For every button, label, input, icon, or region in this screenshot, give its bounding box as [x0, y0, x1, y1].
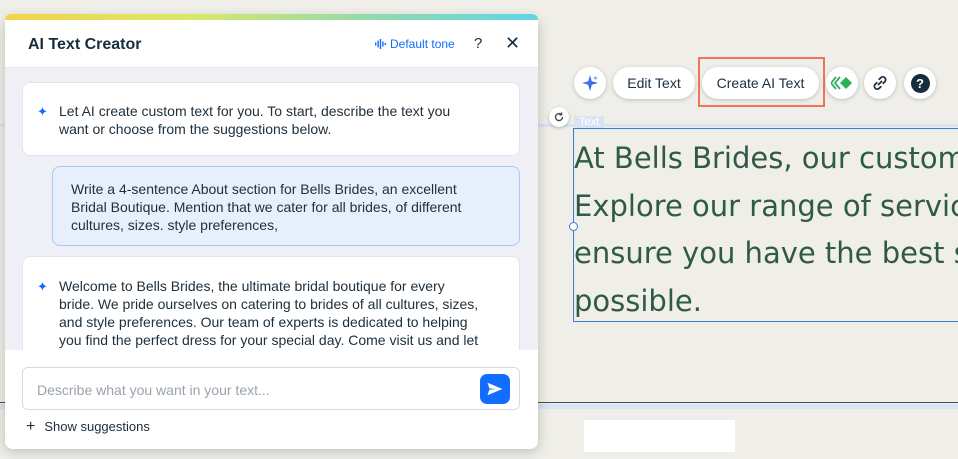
panel-title: AI Text Creator: [28, 36, 142, 53]
plus-icon: +: [26, 417, 36, 435]
help-button[interactable]: ?: [904, 67, 936, 99]
ai-sparkle-icon: [582, 75, 598, 91]
edit-text-button[interactable]: Edit Text: [613, 67, 695, 99]
ai-message-text: Welcome to Bells Brides, the ultimate br…: [59, 278, 479, 348]
default-tone-button[interactable]: Default tone: [375, 37, 455, 51]
canvas-element-placeholder[interactable]: [584, 420, 735, 452]
send-icon: [487, 382, 503, 396]
send-button[interactable]: [480, 374, 510, 404]
ai-sparkle-icon: ✦: [37, 279, 48, 294]
default-tone-label: Default tone: [390, 37, 455, 51]
show-suggestions-button[interactable]: + Show suggestions: [26, 417, 150, 435]
canvas-text-content: At Bells Brides, our custom Explore our …: [574, 135, 958, 321]
rotate-icon: [554, 112, 564, 122]
canvas-text-line: ensure you have the best s: [574, 236, 958, 270]
chat-area[interactable]: ✦ Let AI create custom text for you. To …: [5, 68, 538, 350]
ai-message: ✦ Welcome to Bells Brides, the ultimate …: [22, 256, 520, 350]
ai-message: ✦ Let AI create custom text for you. To …: [22, 82, 520, 156]
canvas-text-line: Explore our range of servic: [574, 188, 958, 223]
user-message-text: Write a 4-sentence About section for Bel…: [71, 181, 462, 233]
user-message: Write a 4-sentence About section for Bel…: [52, 166, 520, 246]
ai-message-text: Let AI create custom text for you. To st…: [59, 103, 451, 137]
selected-text-element[interactable]: At Bells Brides, our custom Explore our …: [573, 128, 958, 322]
panel-help-icon[interactable]: ?: [474, 35, 482, 52]
link-button[interactable]: [864, 67, 896, 99]
animation-icon: [831, 76, 852, 90]
prompt-input-container: [22, 367, 520, 410]
close-icon[interactable]: ✕: [505, 33, 520, 54]
prompt-input[interactable]: [35, 378, 469, 402]
sound-wave-icon: [375, 39, 386, 49]
animation-button[interactable]: [826, 67, 858, 99]
link-icon: [873, 75, 887, 91]
create-ai-text-button[interactable]: Create AI Text: [702, 67, 819, 99]
rotate-handle[interactable]: [549, 107, 569, 127]
show-suggestions-label: Show suggestions: [44, 419, 150, 434]
canvas-text-line: At Bells Brides, our custom: [574, 141, 958, 175]
resize-handle[interactable]: [569, 222, 578, 231]
ai-assistant-button[interactable]: [574, 67, 606, 99]
canvas-text-line: possible.: [574, 283, 702, 318]
ai-sparkle-icon: ✦: [37, 104, 48, 119]
help-icon: ?: [910, 73, 930, 93]
